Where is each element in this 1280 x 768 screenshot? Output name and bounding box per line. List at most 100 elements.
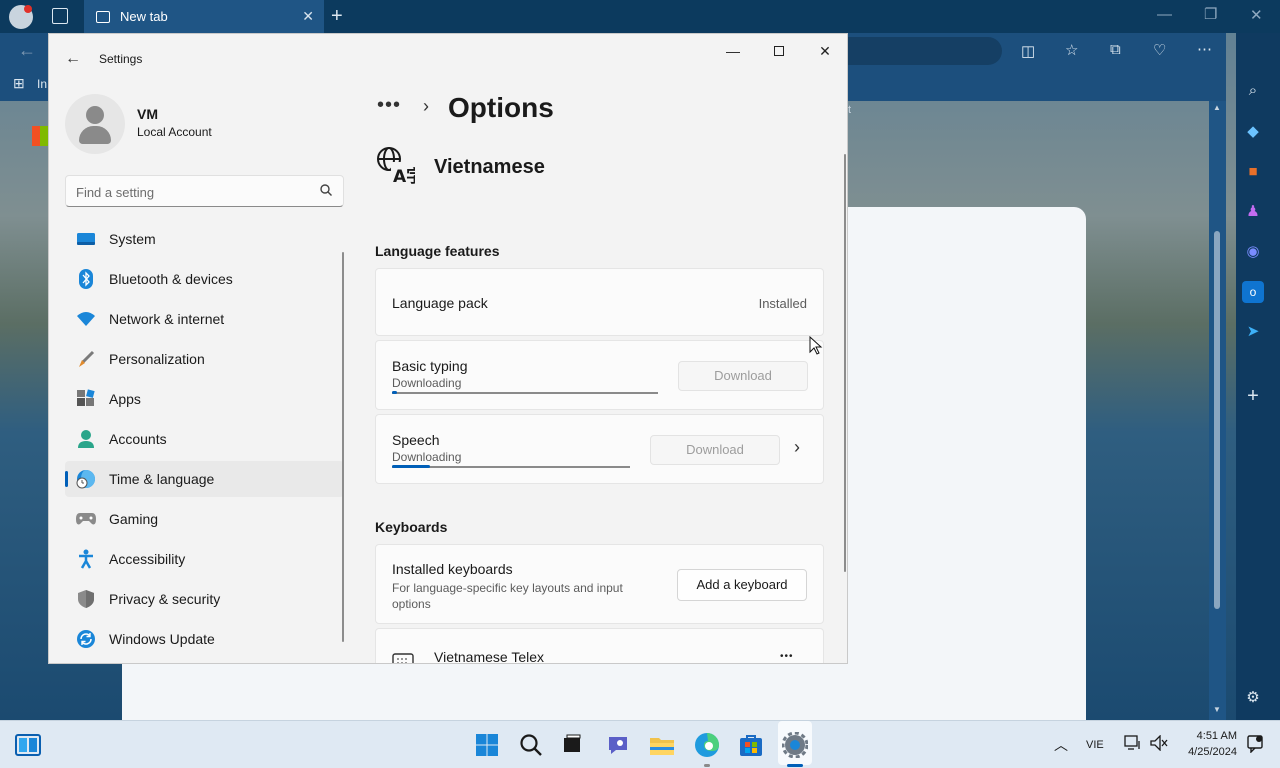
- sidebar-office-icon[interactable]: ◉: [1242, 241, 1264, 263]
- back-icon[interactable]: ←: [65, 50, 81, 68]
- sidebar-outlook-icon[interactable]: o: [1242, 281, 1264, 303]
- tab-new-tab[interactable]: New tab ✕: [84, 0, 324, 33]
- close-tab-icon[interactable]: ✕: [302, 8, 314, 25]
- sidebar-search-icon[interactable]: ⌕: [1242, 80, 1264, 102]
- chevron-right-icon[interactable]: ›: [794, 437, 800, 458]
- input-language[interactable]: VIE: [1086, 739, 1104, 751]
- edge-restore-icon[interactable]: ❐: [1204, 5, 1217, 23]
- start-icon[interactable]: [473, 731, 501, 759]
- sidebar-item-network[interactable]: Network & internet: [65, 301, 344, 337]
- main-scrollbar[interactable]: [844, 154, 846, 572]
- sidebar-settings-icon[interactable]: ⚙: [1242, 687, 1264, 709]
- language-name: Vietnamese: [434, 156, 545, 178]
- sidebar-drop-icon[interactable]: ➤: [1242, 321, 1264, 343]
- sidebar-item-label: Network & internet: [109, 311, 225, 327]
- sidebar-shopping-icon[interactable]: ◆: [1242, 121, 1264, 143]
- address-bar[interactable]: [846, 37, 1002, 65]
- more-options-icon[interactable]: •••: [780, 651, 794, 662]
- app-title: Settings: [99, 52, 143, 66]
- tab-actions-icon[interactable]: [52, 8, 68, 24]
- add-keyboard-button[interactable]: Add a keyboard: [677, 569, 807, 601]
- new-tab-button[interactable]: +: [331, 5, 343, 28]
- sidebar-item-privacy[interactable]: Privacy & security: [65, 581, 344, 617]
- sidebar-item-label: Bluetooth & devices: [109, 271, 233, 287]
- maximize-button[interactable]: [767, 42, 791, 60]
- settings-window: ← Settings — ✕ VM Local Account System B…: [48, 33, 848, 664]
- new-tab-feed: [122, 664, 1086, 720]
- section-language-features: Language features: [375, 243, 500, 259]
- page-scrollbar-thumb[interactable]: [1214, 231, 1220, 609]
- chat-icon[interactable]: [604, 731, 632, 759]
- search-input[interactable]: [76, 182, 306, 202]
- close-button[interactable]: ✕: [813, 42, 837, 60]
- sidebar-item-personalization[interactable]: Personalization: [65, 341, 344, 377]
- breadcrumb-overflow[interactable]: •••: [377, 94, 401, 117]
- mouse-cursor-icon: [809, 336, 823, 355]
- sidebar-add-icon[interactable]: +: [1242, 385, 1264, 407]
- collections-icon[interactable]: ⧉: [1110, 41, 1121, 58]
- installed-keyboards-description: For language-specific key layouts and in…: [392, 581, 623, 611]
- import-favorites-icon[interactable]: ⊞: [13, 75, 25, 92]
- sidebar-item-time-language[interactable]: Time & language: [65, 461, 344, 497]
- new-tab-card: [846, 207, 1086, 720]
- sidebar-item-gaming[interactable]: Gaming: [65, 501, 344, 537]
- basic-typing-download-button[interactable]: Download: [678, 361, 808, 391]
- account-type: Local Account: [137, 125, 212, 139]
- sidebar-games-icon[interactable]: ♟: [1242, 201, 1264, 223]
- edge-taskbar-icon[interactable]: [693, 731, 721, 759]
- search-icon[interactable]: [319, 183, 333, 197]
- file-explorer-icon[interactable]: [648, 731, 676, 759]
- show-hidden-icons-icon[interactable]: ︿: [1054, 735, 1068, 755]
- minimize-button[interactable]: —: [721, 42, 745, 60]
- clock-time[interactable]: 4:51 AM: [1193, 730, 1237, 742]
- browser-essentials-icon[interactable]: ♡: [1153, 41, 1166, 59]
- sidebar-item-bluetooth[interactable]: Bluetooth & devices: [65, 261, 344, 297]
- basic-typing-progress: [392, 391, 658, 394]
- sidebar-tools-icon[interactable]: ■: [1242, 161, 1264, 183]
- more-icon[interactable]: ⋯: [1197, 40, 1212, 58]
- page-scrollbar[interactable]: ▲ ▼: [1209, 101, 1226, 720]
- settings-taskbar-icon[interactable]: [781, 731, 809, 759]
- profile-icon[interactable]: [9, 5, 33, 29]
- basic-typing-status: Downloading: [392, 376, 462, 390]
- widgets-icon[interactable]: [14, 731, 42, 759]
- brush-icon: [75, 348, 97, 370]
- edge-close-icon[interactable]: ✕: [1250, 6, 1263, 24]
- sidebar-item-label: Personalization: [109, 351, 205, 367]
- edge-minimize-icon[interactable]: —: [1157, 6, 1172, 23]
- notification-icon[interactable]: [1247, 735, 1263, 758]
- search-taskbar-icon[interactable]: [517, 731, 545, 759]
- speech-progress-fill: [392, 465, 431, 468]
- update-icon: [75, 628, 97, 650]
- browser-back-icon[interactable]: ←: [18, 40, 36, 61]
- sidebar-item-windows-update[interactable]: Windows Update: [65, 621, 344, 657]
- avatar[interactable]: [65, 94, 125, 154]
- gamepad-icon: [75, 508, 97, 530]
- basic-typing-card: Basic typing Downloading Download: [375, 340, 824, 410]
- sidebar-item-label: Accounts: [109, 431, 167, 447]
- sidebar-item-apps[interactable]: Apps: [65, 381, 344, 417]
- store-icon[interactable]: [737, 731, 765, 759]
- sidebar-item-label: Windows Update: [109, 631, 215, 647]
- volume-icon[interactable]: [1150, 734, 1168, 756]
- sidebar-item-accounts[interactable]: Accounts: [65, 421, 344, 457]
- speech-download-button[interactable]: Download: [650, 435, 780, 465]
- nav-scrollbar[interactable]: [342, 252, 344, 642]
- search-box[interactable]: [65, 175, 344, 207]
- sidebar-item-system[interactable]: System: [65, 221, 344, 257]
- time-language-icon: [75, 468, 97, 490]
- favorites-icon[interactable]: ☆: [1065, 41, 1078, 59]
- language-pack-card: Language pack Installed: [375, 268, 824, 336]
- clock-date[interactable]: 4/25/2024: [1180, 746, 1237, 758]
- speech-card[interactable]: Speech Downloading Download ›: [375, 414, 824, 484]
- vietnamese-telex-label: Vietnamese Telex: [434, 649, 544, 664]
- sidebar-item-label: Privacy & security: [109, 591, 221, 607]
- network-icon[interactable]: [1124, 735, 1142, 756]
- task-view-icon[interactable]: [558, 731, 586, 759]
- sidebar-item-accessibility[interactable]: Accessibility: [65, 541, 344, 577]
- language-pack-label: Language pack: [392, 295, 488, 311]
- basic-typing-label: Basic typing: [392, 358, 468, 374]
- wifi-icon: [75, 308, 97, 330]
- split-screen-icon[interactable]: ◫: [1021, 42, 1035, 60]
- sidebar-item-label: Apps: [109, 391, 141, 407]
